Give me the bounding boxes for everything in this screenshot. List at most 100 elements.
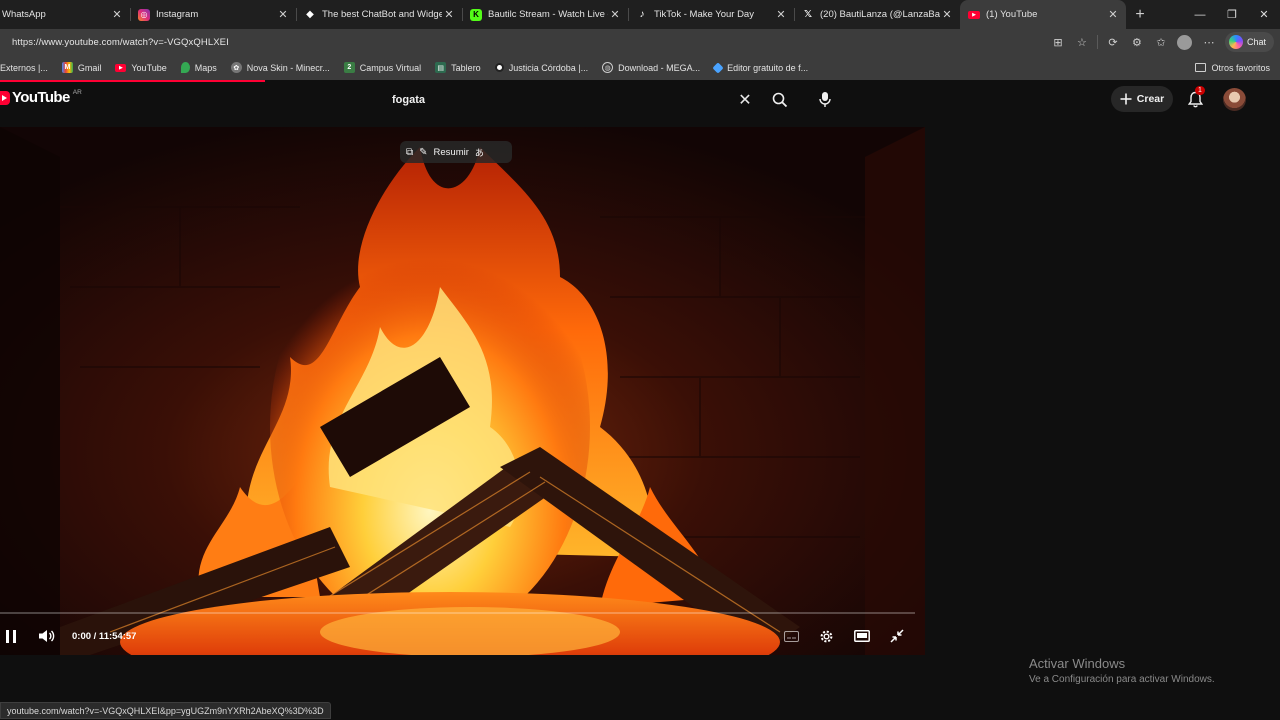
close-icon[interactable]: ✕	[940, 8, 954, 21]
youtube-icon: ▶	[115, 63, 127, 72]
apps-icon[interactable]: ⊞	[1046, 30, 1070, 54]
maps-icon	[180, 62, 190, 73]
plus-icon	[1120, 93, 1132, 105]
tab-x[interactable]: 𝕏 (20) BautiLanza (@LanzaBauti) / X ✕	[794, 0, 960, 29]
avatar[interactable]	[1223, 88, 1246, 111]
bookmark-editor[interactable]: Editor gratuito de f...	[707, 61, 815, 74]
search-box: fogata ✕	[383, 86, 800, 113]
create-button[interactable]: Crear	[1111, 86, 1173, 112]
bookmark-novaskin[interactable]: ✿ Nova Skin - Minecr...	[224, 62, 337, 73]
voice-search-button[interactable]	[810, 86, 840, 113]
url-field[interactable]: https://www.youtube.com/watch?v=-VGQxQHL…	[0, 37, 1046, 48]
close-icon[interactable]: ✕	[1106, 8, 1120, 21]
clear-search-icon[interactable]: ✕	[730, 90, 760, 110]
volume-button[interactable]	[30, 623, 62, 649]
gear-icon	[820, 630, 833, 642]
bookmark-label: Justicia Córdoba |...	[508, 62, 589, 73]
kick-icon: K	[470, 8, 482, 21]
window-controls: — ❐ ✕	[1184, 0, 1280, 29]
address-bar-actions: ⊞ ☆ ⟳ ⚙ ✩ ⋯ Chat	[1046, 30, 1274, 54]
gmail-icon: M	[61, 62, 73, 73]
address-bar: https://www.youtube.com/watch?v=-VGQxQHL…	[0, 29, 1280, 55]
favorites-icon[interactable]: ✩	[1149, 30, 1173, 54]
edit-summary-icon: ✎	[419, 146, 428, 158]
video-player[interactable]: ⧉ ✎ Resumir あ 0:00 / 11:54:57	[0, 127, 925, 655]
translate-icon[interactable]: あ	[475, 146, 484, 159]
bookmark-label: Externos |...	[0, 62, 48, 73]
minimize-icon[interactable]: —	[1184, 0, 1216, 29]
pip-icon[interactable]: ⧉	[406, 147, 413, 158]
tab-title: WhatsApp	[2, 9, 46, 20]
justicia-icon	[494, 63, 504, 72]
campus-icon: 2	[343, 62, 355, 73]
tab-instagram[interactable]: ◎ Instagram ✕	[130, 0, 296, 29]
volume-icon	[38, 630, 54, 642]
new-tab-button[interactable]: +	[1126, 6, 1154, 24]
bookmark-gmail[interactable]: M Gmail	[55, 62, 109, 73]
profile-icon[interactable]	[1173, 30, 1197, 54]
bookmark-label: Editor gratuito de f...	[727, 62, 809, 73]
fullscreen-exit-icon	[889, 629, 904, 643]
fullscreen-button[interactable]	[880, 623, 913, 649]
bookmark-label: YouTube	[131, 62, 167, 73]
divider	[1096, 35, 1098, 49]
editor-icon	[712, 61, 724, 74]
search-input[interactable]: fogata	[383, 94, 730, 106]
tab-tiktok[interactable]: ♪ TikTok - Make Your Day ✕	[628, 0, 794, 29]
settings-extension-icon[interactable]: ⚙	[1125, 30, 1149, 54]
close-icon[interactable]: ✕	[774, 8, 788, 21]
windows-activation-watermark: Activar Windows Ve a Configuración para …	[1029, 656, 1215, 685]
close-icon[interactable]: ✕	[110, 8, 124, 21]
bookmark-externos[interactable]: Externos |...	[0, 63, 55, 73]
restore-icon[interactable]: ❐	[1216, 0, 1248, 29]
folder-icon	[1195, 63, 1207, 72]
other-bookmarks-label: Otros favoritos	[1211, 62, 1270, 73]
bookmark-justicia[interactable]: Justicia Córdoba |...	[488, 63, 595, 73]
globe-icon: ◍	[602, 62, 614, 73]
tab-title: Bautilc Stream - Watch Live on Ki	[488, 9, 608, 20]
notifications-button[interactable]: 1	[1184, 86, 1206, 109]
favorite-star-icon[interactable]: ☆	[1070, 30, 1094, 54]
browser-status-bar: youtube.com/watch?v=-VGQxQHLXEI&pp=ygUGZ…	[0, 702, 331, 719]
bookmarks-bar: Externos |... M Gmail ▶ YouTube Maps ✿ N…	[0, 55, 1280, 80]
close-icon[interactable]: ✕	[442, 8, 456, 21]
close-icon[interactable]: ✕	[276, 8, 290, 21]
search-button[interactable]	[760, 92, 800, 108]
bookmark-label: Maps	[194, 62, 217, 73]
summary-label[interactable]: Resumir	[434, 147, 469, 158]
instagram-icon: ◎	[138, 8, 150, 21]
summary-toolbar[interactable]: ⧉ ✎ Resumir あ	[400, 141, 512, 163]
settings-button[interactable]	[810, 623, 843, 649]
tiktok-icon: ♪	[639, 9, 645, 20]
bookmark-maps[interactable]: Maps	[174, 62, 224, 73]
bookmark-youtube[interactable]: ▶ YouTube	[108, 63, 173, 73]
theater-icon	[853, 630, 870, 642]
tab-whatsapp[interactable]: WhatsApp ✕	[0, 0, 130, 29]
tab-youtube[interactable]: ▶ (1) YouTube ✕	[960, 0, 1126, 29]
tab-kick[interactable]: K Bautilc Stream - Watch Live on Ki ✕	[462, 0, 628, 29]
close-window-icon[interactable]: ✕	[1248, 0, 1280, 29]
more-options-icon[interactable]: ⋯	[1197, 30, 1221, 54]
tab-title: (1) YouTube	[986, 9, 1038, 20]
close-icon[interactable]: ✕	[608, 8, 622, 21]
extensions-icon[interactable]: ⟳	[1101, 30, 1125, 54]
other-bookmarks[interactable]: Otros favoritos	[1195, 55, 1270, 80]
create-label: Crear	[1136, 93, 1165, 105]
pause-button[interactable]	[0, 623, 22, 649]
bookmark-label: Tablero	[451, 62, 481, 73]
bookmark-campus-virtual[interactable]: 2 Campus Virtual	[337, 62, 428, 73]
bookmark-tablero[interactable]: ▤ Tablero	[428, 62, 488, 73]
video-progress-bar[interactable]	[0, 612, 915, 614]
bookmark-mega[interactable]: ◍ Download - MEGA...	[595, 62, 707, 73]
notification-badge: 1	[1195, 86, 1205, 95]
theater-mode-button[interactable]	[845, 623, 878, 649]
subtitles-button[interactable]	[775, 623, 808, 649]
bookmark-label: Download - MEGA...	[618, 62, 701, 73]
copilot-chat-button[interactable]: Chat	[1224, 32, 1274, 52]
bookmark-label: Campus Virtual	[359, 62, 422, 73]
player-controls: 0:00 / 11:54:57	[0, 623, 925, 649]
browser-tab-strip: WhatsApp ✕ ◎ Instagram ✕ ◆ The best Chat…	[0, 0, 1280, 29]
youtube-logo[interactable]: YouTube AR	[0, 89, 82, 106]
bookmark-label: Nova Skin - Minecr...	[246, 62, 330, 73]
tab-chatbot[interactable]: ◆ The best ChatBot and Widgets for ✕	[296, 0, 462, 29]
